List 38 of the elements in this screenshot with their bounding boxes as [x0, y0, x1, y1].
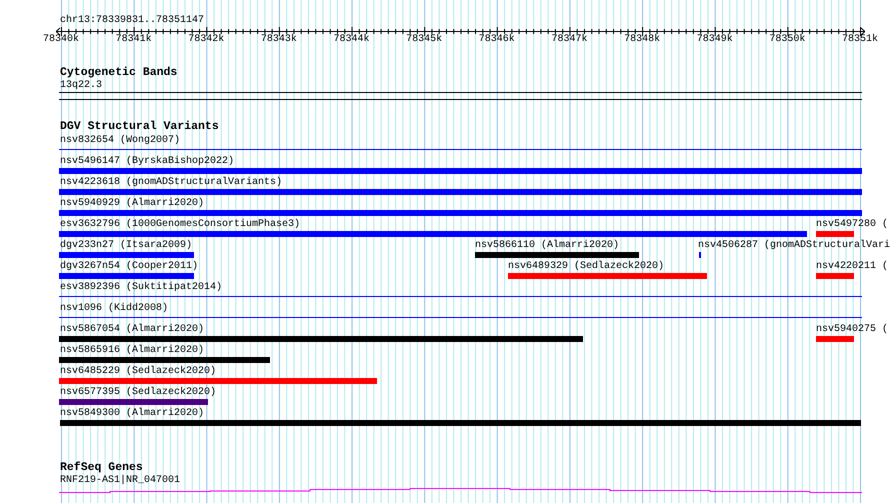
- ruler-tick-label: 78347k: [551, 34, 588, 45]
- variant-label: nsv5940929 (Almarri2020): [60, 198, 204, 209]
- ruler-tick-label: 78348k: [624, 34, 660, 45]
- track-title: Cytogenetic Bands: [60, 67, 178, 79]
- variant-label: nsv1096 (Kidd2008): [60, 303, 168, 314]
- ruler-tick-label: 78341k: [116, 34, 152, 45]
- variant-label: nsv5497280 (: [816, 219, 888, 230]
- variant-label: nsv5496147 (ByrskaBishop2022): [60, 156, 234, 167]
- variant-label: esv3892396 (Suktitipat2014): [60, 282, 222, 293]
- variant-label: dgv3267n54 (Cooper2011): [60, 261, 198, 272]
- variant-label: nsv6485229 (Sedlazeck2020): [60, 366, 216, 377]
- ruler-tick-label: 78342k: [188, 34, 224, 45]
- ruler-tick-label: 78343k: [260, 34, 297, 45]
- variant-label: nsv5867054 (Almarri2020): [60, 324, 204, 335]
- ruler-tick-label: 78351k: [842, 34, 878, 45]
- ruler-tick-label: 78344k: [334, 34, 370, 45]
- location-label: chr13:78339831..78351147: [60, 15, 204, 26]
- ruler-tick-label: 78349k: [696, 34, 733, 45]
- track-title: DGV Structural Variants: [60, 121, 219, 133]
- variant-label: nsv4506287 (gnomADStructuralVari: [698, 240, 890, 251]
- gene-label: RNF219-AS1|NR_047001: [60, 475, 180, 486]
- ruler-tick-label: 78345k: [406, 34, 442, 45]
- variant-label: nsv4223618 (gnomADStructuralVariants): [60, 177, 282, 188]
- variant-label: nsv4220211 (: [816, 261, 888, 272]
- variant-label: nsv6577395 (Sedlazeck2020): [60, 387, 216, 398]
- variant-label: nsv5865916 (Almarri2020): [60, 345, 204, 356]
- variant-label: nsv5940275 (: [816, 324, 888, 335]
- variant-label: nsv5849300 (Almarri2020): [60, 408, 204, 419]
- variant-label: nsv5866110 (Almarri2020): [475, 240, 620, 251]
- variant-label: esv3632796 (1000GenomesConsortiumPhase3): [60, 219, 300, 230]
- variant-label: dgv233n27 (Itsara2009): [60, 240, 192, 251]
- band-label: 13q22.3: [60, 80, 102, 91]
- variant-label: nsv6489329 (Sedlazeck2020): [508, 261, 664, 272]
- variant-label: nsv832654 (Wong2007): [60, 135, 180, 146]
- ruler-tick-label: 78350k: [769, 34, 806, 45]
- track-title: RefSeq Genes: [60, 462, 143, 474]
- ruler-tick-label: 78346k: [478, 34, 515, 45]
- ruler-tick-label: 78340k: [43, 34, 79, 45]
